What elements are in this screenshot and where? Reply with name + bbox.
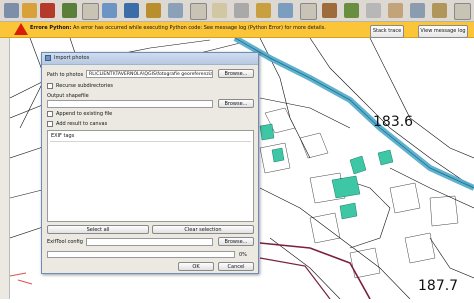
elevation-label: 187.7 — [418, 278, 458, 294]
browse-output-button[interactable]: Browse... — [218, 99, 254, 108]
import-photos-dialog: Import photos Path to photos RL\CLIENTI\… — [41, 52, 259, 274]
append-label: Append to existing file — [56, 111, 113, 117]
exiftool-label: ExifTool config — [47, 239, 83, 245]
toolbar-tool-icon[interactable] — [4, 3, 19, 18]
elevation-label: 183.6 — [373, 114, 413, 130]
toolbar-tool-icon[interactable] — [22, 3, 37, 18]
toolbar-tool-icon[interactable] — [146, 3, 161, 18]
output-label: Output shapefile — [47, 93, 89, 99]
toolbar-tool-icon[interactable] — [454, 3, 471, 20]
append-checkbox[interactable] — [47, 111, 53, 117]
stack-trace-button[interactable]: Stack trace — [370, 25, 404, 38]
toolbar-tool-icon[interactable] — [410, 3, 425, 18]
warning-icon — [14, 23, 28, 35]
toolbar-tool-icon[interactable] — [344, 3, 359, 18]
path-label: Path to photos — [47, 72, 84, 78]
toolbar-tool-icon[interactable] — [190, 3, 207, 20]
select-all-button[interactable]: Select all — [47, 225, 149, 234]
toolbar-tool-icon[interactable] — [366, 3, 381, 18]
browse-photos-button[interactable]: Browse... — [218, 69, 254, 78]
dialog-title: Import photos — [54, 55, 90, 61]
toolbar-tool-icon[interactable] — [212, 3, 227, 18]
toolbar-tool-icon[interactable] — [234, 3, 249, 18]
toolbar-tool-icon[interactable] — [82, 3, 99, 20]
toolbar-tool-icon[interactable] — [256, 3, 271, 18]
view-message-log-button[interactable]: View message log — [418, 25, 468, 38]
path-input[interactable]: RL\CLIENTI\TAVERNOLA\QGIS\fotografie geo… — [86, 70, 213, 78]
main-toolbar — [0, 0, 474, 22]
ok-button[interactable]: OK — [178, 262, 214, 271]
toolbar-tool-icon[interactable] — [124, 3, 139, 18]
exif-tags-list[interactable]: EXIF tags — [47, 130, 254, 222]
progress-bar — [47, 251, 235, 258]
toolbar-tool-icon[interactable] — [322, 3, 337, 18]
dialog-titlebar[interactable]: Import photos — [42, 53, 258, 65]
exif-tags-label: EXIF tags — [51, 133, 75, 139]
clear-selection-button[interactable]: Clear selection — [152, 225, 254, 234]
output-input[interactable] — [47, 100, 213, 108]
exiftool-input[interactable] — [86, 238, 213, 246]
layers-panel-edge[interactable] — [0, 38, 10, 299]
recurse-label: Recurse subdirectories — [56, 83, 113, 89]
toolbar-tool-icon[interactable] — [432, 3, 447, 18]
add-canvas-label: Add result to canvas — [56, 121, 108, 127]
cancel-button[interactable]: Cancel — [218, 262, 254, 271]
toolbar-tool-icon[interactable] — [40, 3, 55, 18]
toolbar-tool-icon[interactable] — [62, 3, 77, 18]
python-error-bar: Errore Python: An error has occurred whi… — [0, 22, 474, 38]
error-message: Errore Python: An error has occurred whi… — [30, 25, 326, 31]
photo-icon — [45, 55, 51, 61]
toolbar-tool-icon[interactable] — [102, 3, 117, 18]
progress-percent: 0% — [239, 252, 247, 258]
add-canvas-checkbox[interactable] — [47, 121, 53, 127]
browse-exiftool-button[interactable]: Browse... — [218, 237, 254, 246]
toolbar-tool-icon[interactable] — [168, 3, 183, 18]
toolbar-tool-icon[interactable] — [300, 3, 317, 20]
toolbar-tool-icon[interactable] — [388, 3, 403, 18]
toolbar-tool-icon[interactable] — [278, 3, 293, 18]
recurse-checkbox[interactable] — [47, 83, 53, 89]
